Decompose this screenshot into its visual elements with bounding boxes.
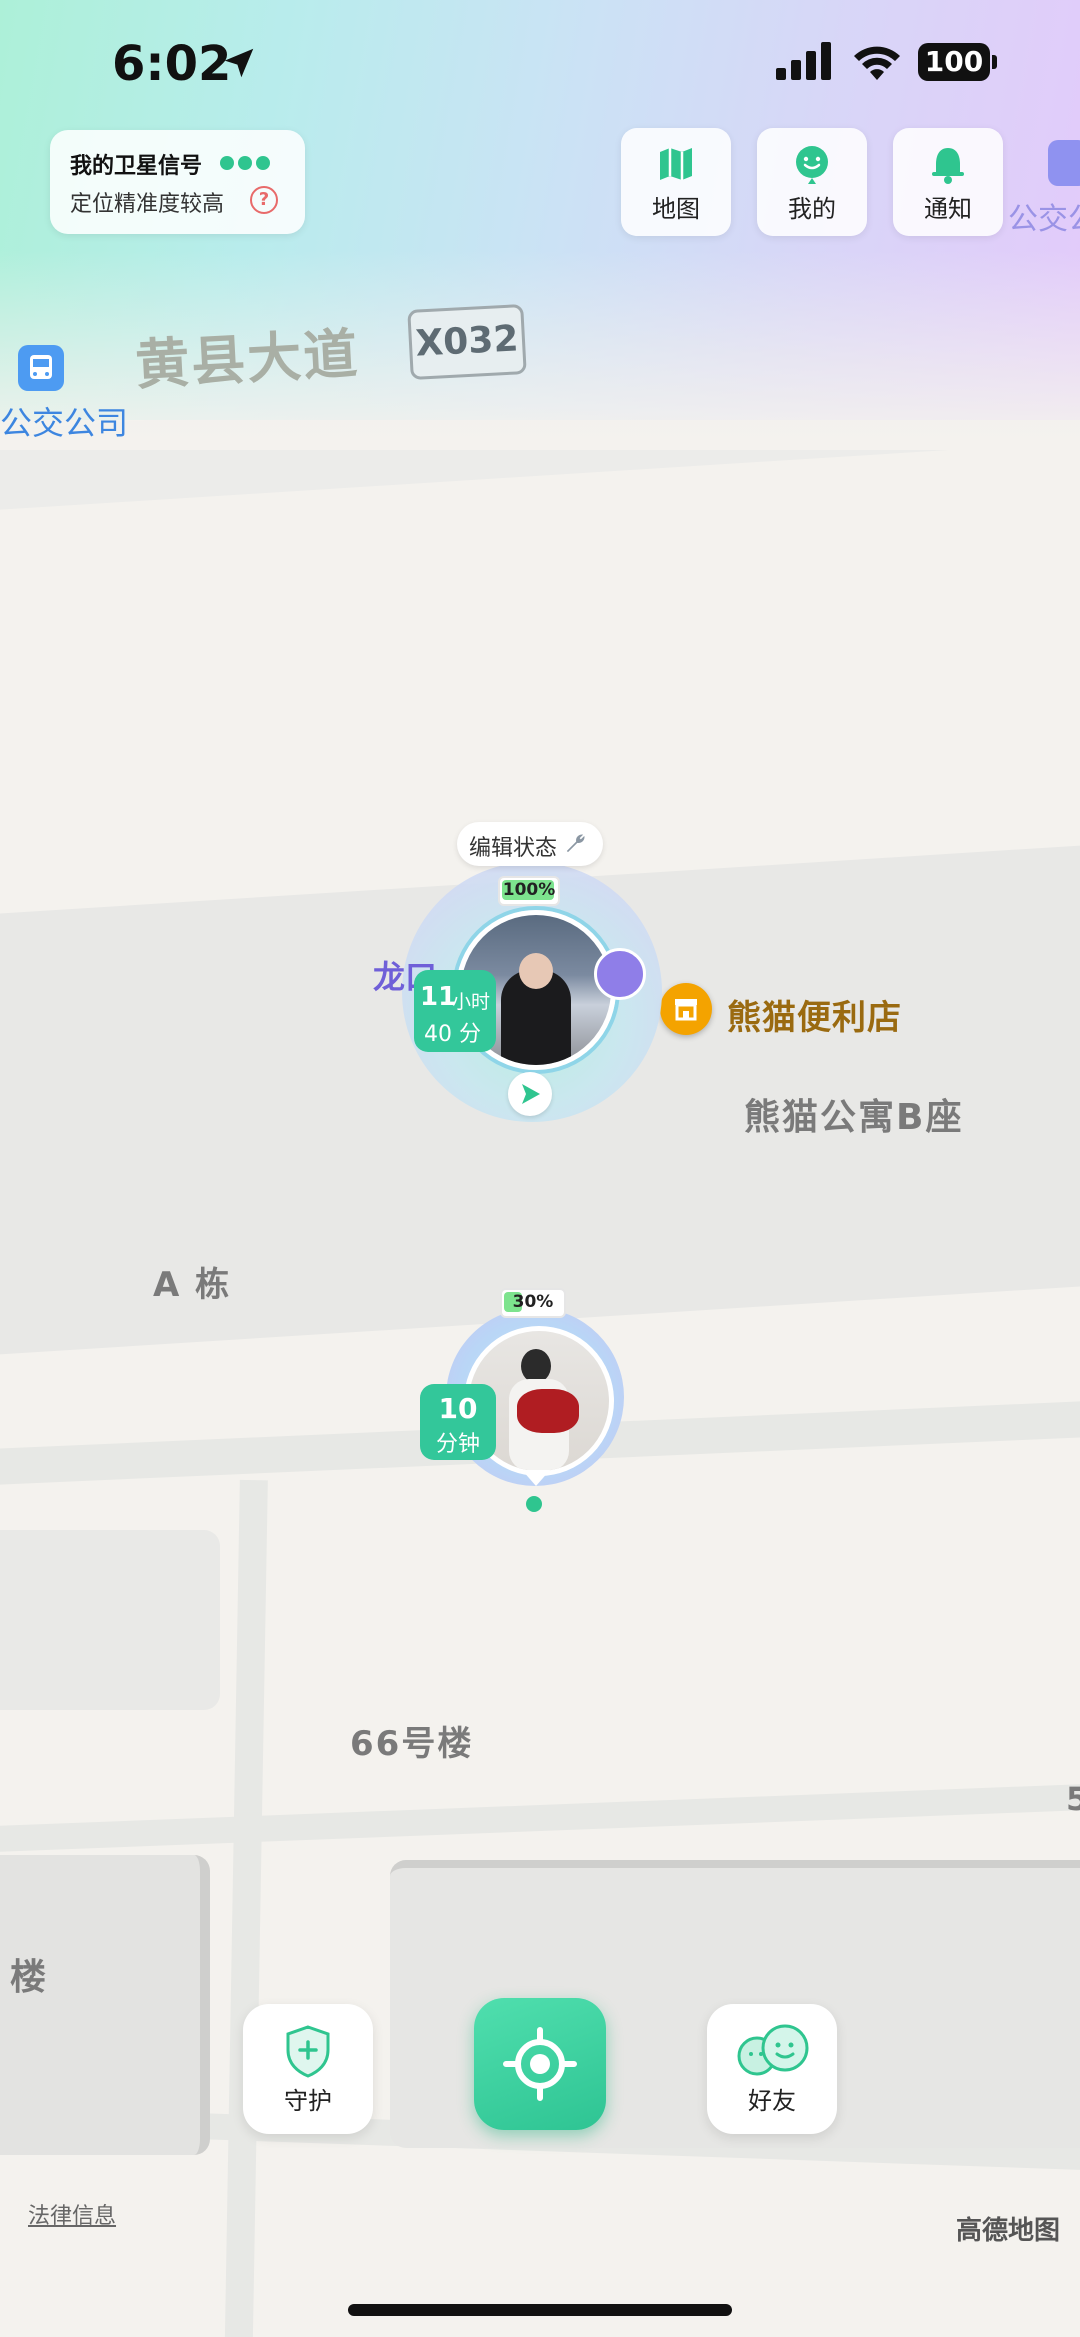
user-1-time-badge: 11 小时 40 分 (414, 970, 496, 1052)
signal-dot (256, 156, 270, 170)
road-name-label: 黄县大道 (133, 322, 361, 397)
location-arrow-icon (224, 48, 254, 78)
smile-face-icon (796, 146, 828, 184)
building-block (0, 1530, 220, 1710)
road-code-badge: X032 (407, 304, 527, 380)
edit-status-button[interactable]: 编辑状态 (457, 822, 603, 866)
locate-me-button[interactable] (474, 1998, 606, 2130)
user-1-purple-tag (594, 948, 646, 1000)
friends-icon (737, 2024, 809, 2076)
map-button[interactable]: 地图 (621, 128, 731, 236)
cellular-signal-icon (776, 42, 831, 80)
home-indicator[interactable] (348, 2304, 732, 2316)
battery-badge-2: 30% (500, 1288, 566, 1318)
shop-poi-icon[interactable] (660, 983, 712, 1035)
navigate-icon[interactable] (508, 1072, 552, 1116)
battery-tip (992, 55, 997, 69)
notify-button[interactable]: 通知 (893, 128, 1003, 236)
partial-bus-label: 公交公 (1008, 202, 1080, 237)
battery-indicator: 100 (918, 43, 990, 81)
send-arrow-icon (522, 1084, 540, 1104)
friends-button[interactable]: 好友 (707, 2004, 837, 2134)
partial-number-label: 5 (1066, 1780, 1080, 1818)
notify-button-label: 通知 (924, 195, 972, 223)
user-2-location-dot (526, 1496, 542, 1512)
battery-badge-1: 100% (498, 876, 560, 906)
bus-icon (30, 355, 52, 379)
crosshair-icon (503, 2027, 577, 2101)
bus-stop-icon-partial (1048, 140, 1080, 186)
road-cross (0, 1781, 1080, 1855)
building-partial-label: 楼 (10, 1957, 49, 1998)
wifi-icon (854, 46, 900, 80)
map-icon (660, 148, 692, 180)
shop-poi-label: 熊猫便利店 (727, 998, 902, 1038)
satellite-subtitle: 定位精准度较高 (70, 192, 225, 217)
building-a-label: A 栋 (153, 1265, 232, 1305)
friends-button-label: 好友 (748, 2087, 796, 2115)
bell-icon (932, 148, 964, 184)
bus-stop-label: 公交公司 (0, 404, 129, 442)
guard-button-label: 守护 (284, 2087, 332, 2115)
building-66-label: 66号楼 (350, 1724, 474, 1764)
status-time: 6:02 (112, 36, 232, 92)
wrench-icon (566, 834, 585, 853)
signal-dot (220, 156, 234, 170)
mine-button-label: 我的 (788, 195, 836, 223)
user-2-pin-tail (522, 1470, 550, 1486)
map-provider-logo: 高德地图 (956, 2216, 1061, 2246)
signal-dot (238, 156, 252, 170)
satellite-signal-panel[interactable]: 我的卫星信号 定位精准度较高 ? (50, 130, 305, 234)
mine-button[interactable]: 我的 (757, 128, 867, 236)
edit-status-label: 编辑状态 (469, 836, 558, 861)
bus-stop-icon[interactable] (18, 345, 64, 391)
help-icon[interactable]: ? (250, 186, 278, 214)
guard-button[interactable]: 守护 (243, 2004, 373, 2134)
battery-level: 100 (924, 45, 984, 78)
building-b-label: 熊猫公寓B座 (744, 1097, 964, 1138)
satellite-title: 我的卫星信号 (70, 154, 203, 179)
legal-info-link[interactable]: 法律信息 (28, 2198, 116, 2230)
map-button-label: 地图 (652, 195, 700, 223)
store-icon (675, 999, 697, 1021)
user-2-time-badge: 10 分钟 (420, 1384, 496, 1460)
shield-plus-icon (286, 2025, 330, 2078)
road-vertical (224, 1479, 268, 2337)
building-block (0, 1855, 210, 2155)
